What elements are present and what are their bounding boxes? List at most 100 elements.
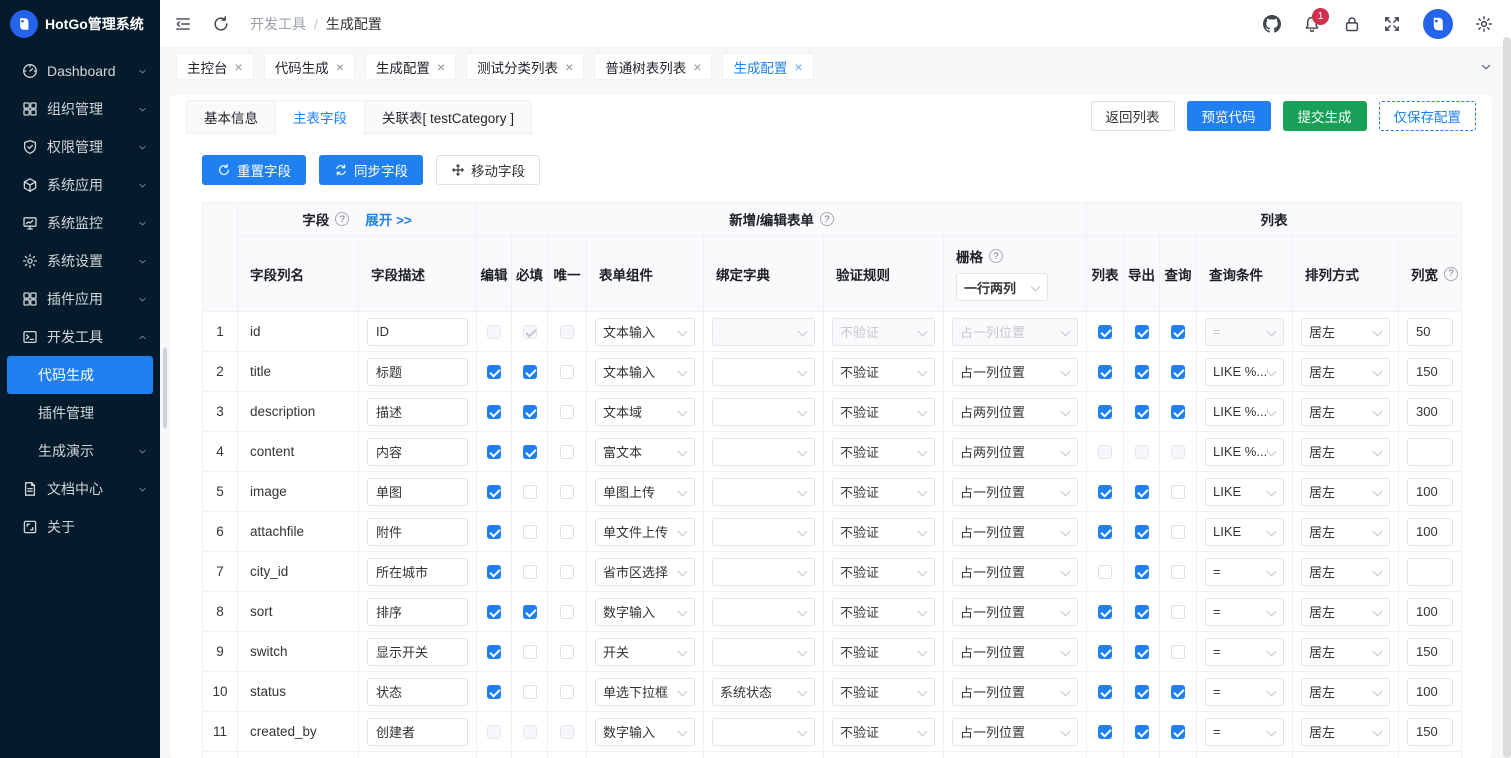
- list-checkbox[interactable]: [1098, 565, 1112, 579]
- help-icon[interactable]: [820, 212, 834, 226]
- sidebar-item-组织管理[interactable]: 组织管理: [0, 90, 160, 128]
- sidebar-item-生成演示[interactable]: 生成演示: [0, 432, 160, 470]
- desc-input[interactable]: 附件: [367, 518, 468, 546]
- sidebar-item-系统应用[interactable]: 系统应用: [0, 166, 160, 204]
- edit-checkbox[interactable]: [487, 525, 501, 539]
- align-select[interactable]: 居左: [1301, 478, 1390, 506]
- query-checkbox[interactable]: [1171, 325, 1185, 339]
- nav-tab-生成配置[interactable]: 生成配置: [365, 53, 456, 80]
- sidebar-item-Dashboard[interactable]: Dashboard: [0, 52, 160, 90]
- move-fields-button[interactable]: 移动字段: [436, 155, 540, 185]
- close-icon[interactable]: [693, 60, 701, 74]
- desc-input[interactable]: 标题: [367, 358, 468, 386]
- export-checkbox[interactable]: [1135, 605, 1149, 619]
- github-icon[interactable]: [1263, 15, 1281, 33]
- sidebar-item-权限管理[interactable]: 权限管理: [0, 128, 160, 166]
- component-select[interactable]: 省市区选择: [595, 558, 695, 586]
- query-checkbox[interactable]: [1171, 365, 1185, 379]
- grid-select[interactable]: 占一列位置: [952, 598, 1078, 626]
- align-select[interactable]: 居左: [1301, 678, 1390, 706]
- export-checkbox[interactable]: [1135, 405, 1149, 419]
- width-input[interactable]: 150: [1407, 638, 1453, 666]
- desc-input[interactable]: 状态: [367, 678, 468, 706]
- unique-checkbox[interactable]: [560, 485, 574, 499]
- page-scrollbar-thumb[interactable]: [1503, 37, 1511, 758]
- help-icon[interactable]: [989, 249, 1003, 263]
- collapse-icon[interactable]: [174, 15, 192, 33]
- align-select[interactable]: 居左: [1301, 518, 1390, 546]
- unique-checkbox[interactable]: [560, 445, 574, 459]
- query_cond-select[interactable]: =: [1205, 598, 1284, 626]
- refresh-icon[interactable]: [212, 15, 230, 33]
- query-checkbox[interactable]: [1171, 605, 1185, 619]
- query_cond-select[interactable]: LIKE: [1205, 518, 1284, 546]
- sidebar-item-系统设置[interactable]: 系统设置: [0, 242, 160, 280]
- dict-select[interactable]: [712, 598, 815, 626]
- export-checkbox[interactable]: [1135, 325, 1149, 339]
- required-checkbox[interactable]: [523, 645, 537, 659]
- dict-select[interactable]: [712, 438, 815, 466]
- query-checkbox[interactable]: [1171, 645, 1185, 659]
- edit-checkbox[interactable]: [487, 365, 501, 379]
- lock-icon[interactable]: [1343, 15, 1361, 33]
- unique-checkbox[interactable]: [560, 525, 574, 539]
- sidebar-item-文档中心[interactable]: 文档中心: [0, 470, 160, 508]
- component-select[interactable]: 数字输入: [595, 598, 695, 626]
- bell-icon[interactable]: 1: [1303, 15, 1321, 33]
- align-select[interactable]: 居左: [1301, 438, 1390, 466]
- desc-input[interactable]: 单图: [367, 478, 468, 506]
- close-icon[interactable]: [565, 60, 573, 74]
- edit-checkbox[interactable]: [487, 445, 501, 459]
- close-icon[interactable]: [794, 60, 802, 74]
- unique-checkbox[interactable]: [560, 605, 574, 619]
- sidebar-item-开发工具[interactable]: 开发工具: [0, 318, 160, 356]
- edit-checkbox[interactable]: [487, 565, 501, 579]
- close-icon[interactable]: [235, 60, 243, 74]
- help-icon[interactable]: [335, 212, 349, 226]
- width-input[interactable]: [1407, 558, 1453, 586]
- grid-select[interactable]: 占两列位置: [952, 438, 1078, 466]
- close-icon[interactable]: [336, 60, 344, 74]
- tab-list-chevron-down-icon[interactable]: [1479, 60, 1493, 74]
- tab-master-fields[interactable]: 主表字段: [275, 100, 365, 134]
- sidebar-item-系统监控[interactable]: 系统监控: [0, 204, 160, 242]
- width-input[interactable]: 100: [1407, 598, 1453, 626]
- unique-checkbox[interactable]: [560, 645, 574, 659]
- width-input[interactable]: 100: [1407, 518, 1453, 546]
- desc-input[interactable]: ID: [367, 318, 468, 346]
- desc-input[interactable]: 描述: [367, 398, 468, 426]
- validate-select[interactable]: 不验证: [832, 678, 935, 706]
- query_cond-select[interactable]: =: [1205, 678, 1284, 706]
- list-checkbox[interactable]: [1098, 325, 1112, 339]
- dict-select[interactable]: 系统状态: [712, 678, 815, 706]
- export-checkbox[interactable]: [1135, 525, 1149, 539]
- expand-link[interactable]: 展开 >>: [365, 209, 412, 229]
- export-checkbox[interactable]: [1135, 685, 1149, 699]
- dict-select[interactable]: [712, 638, 815, 666]
- gear-icon[interactable]: [1475, 15, 1493, 33]
- required-checkbox[interactable]: [523, 525, 537, 539]
- breadcrumb-item[interactable]: 开发工具: [250, 14, 306, 34]
- required-checkbox[interactable]: [523, 485, 537, 499]
- component-select[interactable]: 文本输入: [595, 358, 695, 386]
- sidebar-item-代码生成[interactable]: 代码生成: [7, 356, 153, 394]
- query_cond-select[interactable]: =: [1205, 558, 1284, 586]
- width-input[interactable]: 100: [1407, 678, 1453, 706]
- dict-select[interactable]: [712, 478, 815, 506]
- list-checkbox[interactable]: [1098, 365, 1112, 379]
- validate-select[interactable]: 不验证: [832, 438, 935, 466]
- dict-select[interactable]: [712, 718, 815, 746]
- nav-tab-主控台[interactable]: 主控台: [176, 53, 254, 80]
- grid-select[interactable]: 占一列位置: [952, 678, 1078, 706]
- edit-checkbox[interactable]: [487, 645, 501, 659]
- edit-checkbox[interactable]: [487, 485, 501, 499]
- width-input[interactable]: 100: [1407, 478, 1453, 506]
- app-logo[interactable]: HotGo管理系统: [0, 0, 160, 48]
- query-checkbox[interactable]: [1171, 565, 1185, 579]
- validate-select[interactable]: 不验证: [832, 398, 935, 426]
- grid-select[interactable]: 占一列位置: [952, 558, 1078, 586]
- desc-input[interactable]: 创建者: [367, 718, 468, 746]
- dict-select[interactable]: [712, 398, 815, 426]
- grid-select[interactable]: 占一列位置: [952, 518, 1078, 546]
- nav-tab-普通树表列表[interactable]: 普通树表列表: [594, 53, 712, 80]
